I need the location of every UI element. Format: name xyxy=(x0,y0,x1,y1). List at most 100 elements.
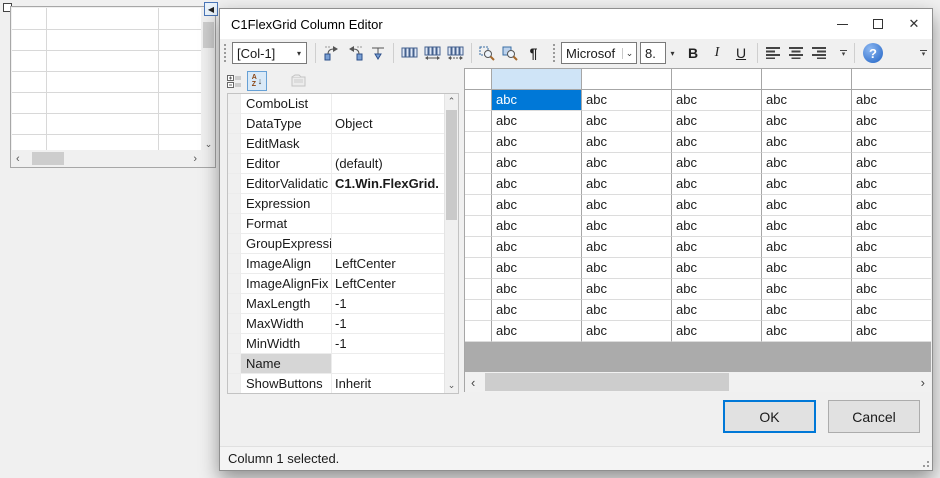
preview-cell[interactable]: abc xyxy=(672,174,762,195)
preview-cell[interactable]: abc xyxy=(852,237,931,258)
property-name[interactable]: ImageAlignFix xyxy=(241,274,332,293)
property-row-editmask[interactable]: EditMask xyxy=(228,134,458,154)
preview-column-header[interactable] xyxy=(762,69,852,90)
property-value[interactable]: -1 xyxy=(332,334,458,353)
property-name[interactable]: MaxLength xyxy=(241,294,332,313)
preview-cell[interactable]: abc xyxy=(582,132,672,153)
preview-cell[interactable]: abc xyxy=(672,195,762,216)
italic-button[interactable]: I xyxy=(705,42,729,64)
property-row-groupexpressi[interactable]: GroupExpressi xyxy=(228,234,458,254)
preview-cell[interactable]: abc xyxy=(762,174,852,195)
property-name[interactable]: MinWidth xyxy=(241,334,332,353)
property-row-format[interactable]: Format xyxy=(228,214,458,234)
preview-cell[interactable]: abc xyxy=(852,195,931,216)
preview-row-header[interactable] xyxy=(465,279,492,300)
property-value[interactable]: (default) xyxy=(332,154,458,173)
preview-cell[interactable]: abc xyxy=(492,174,582,195)
preview-row-header[interactable] xyxy=(465,216,492,237)
preview-row-header[interactable] xyxy=(465,258,492,279)
split-column-button[interactable] xyxy=(366,42,389,64)
preview-cell[interactable]: abc xyxy=(762,111,852,132)
bold-button[interactable]: B xyxy=(681,42,705,64)
property-row-name[interactable]: Name xyxy=(228,354,458,374)
preview-cell[interactable]: abc xyxy=(582,258,672,279)
font-combo[interactable]: Microsof ⌄ xyxy=(561,42,637,64)
preview-cell[interactable]: abc xyxy=(672,132,762,153)
property-row-combolist[interactable]: ComboList xyxy=(228,94,458,114)
move-column-right-button[interactable] xyxy=(343,42,366,64)
preview-cell[interactable]: abc xyxy=(492,300,582,321)
preview-cell[interactable]: abc xyxy=(492,279,582,300)
preview-row-header[interactable] xyxy=(465,321,492,342)
scroll-right-icon[interactable]: › xyxy=(193,153,197,165)
preview-horizontal-scrollbar[interactable]: ‹ › xyxy=(465,372,931,392)
preview-cell[interactable]: abc xyxy=(852,111,931,132)
property-value[interactable] xyxy=(332,354,458,373)
preview-cell[interactable]: abc xyxy=(852,216,931,237)
property-name[interactable]: DataType xyxy=(241,114,332,133)
property-grid[interactable]: ComboListDataTypeObjectEditMaskEditor(de… xyxy=(227,93,459,394)
preview-cell[interactable]: abc xyxy=(582,174,672,195)
property-value[interactable]: C1.Win.FlexGrid. xyxy=(332,174,458,193)
align-center-button[interactable] xyxy=(785,42,808,64)
toolbar-overflow-button[interactable]: ▾ xyxy=(917,42,930,64)
preview-cell[interactable]: abc xyxy=(852,153,931,174)
preview-cell[interactable]: abc xyxy=(582,216,672,237)
zoom-selection-button[interactable] xyxy=(476,42,499,64)
preview-cell[interactable]: abc xyxy=(672,300,762,321)
property-name[interactable]: EditorValidatic xyxy=(241,174,332,193)
underline-button[interactable]: U xyxy=(729,42,753,64)
preview-cell[interactable]: abc xyxy=(852,279,931,300)
preview-row-header[interactable] xyxy=(465,195,492,216)
scroll-down-icon[interactable]: ⌄ xyxy=(205,139,213,150)
preview-cell[interactable]: abc xyxy=(672,90,762,111)
property-name[interactable]: ShowButtons xyxy=(241,374,332,393)
cancel-button[interactable]: Cancel xyxy=(828,400,920,433)
property-name[interactable]: ComboList xyxy=(241,94,332,113)
preview-cell[interactable]: abc xyxy=(672,216,762,237)
preview-row-header[interactable] xyxy=(465,300,492,321)
property-row-imagealignfix[interactable]: ImageAlignFixLeftCenter xyxy=(228,274,458,294)
align-left-button[interactable] xyxy=(762,42,785,64)
preview-cell[interactable]: abc xyxy=(672,321,762,342)
property-value[interactable] xyxy=(332,234,458,253)
preview-cell[interactable]: abc xyxy=(582,111,672,132)
chevron-down-icon[interactable]: ▾ xyxy=(292,49,306,58)
toolbar-overflow-button[interactable]: ▾ xyxy=(837,42,850,64)
preview-cell[interactable]: abc xyxy=(762,132,852,153)
preview-cell[interactable]: abc xyxy=(762,195,852,216)
preview-cell[interactable]: abc xyxy=(762,279,852,300)
preview-cell[interactable]: abc xyxy=(492,258,582,279)
preview-cell[interactable]: abc xyxy=(762,258,852,279)
align-right-button[interactable] xyxy=(808,42,831,64)
smart-tag-icon[interactable]: ◀ xyxy=(204,2,218,16)
categorized-view-button[interactable] xyxy=(224,71,244,91)
zoom-cell-button[interactable] xyxy=(499,42,522,64)
merge-range-button[interactable] xyxy=(444,42,467,64)
preview-row-header[interactable] xyxy=(465,90,492,111)
preview-cell[interactable]: abc xyxy=(762,321,852,342)
property-value[interactable]: -1 xyxy=(332,294,458,313)
preview-cell[interactable]: abc xyxy=(762,216,852,237)
scroll-left-icon[interactable]: ‹ xyxy=(16,153,20,165)
property-row-datatype[interactable]: DataTypeObject xyxy=(228,114,458,134)
alphabetical-sort-button[interactable]: A Z ↓ xyxy=(247,71,267,91)
preview-cell[interactable]: abc xyxy=(492,111,582,132)
preview-corner-cell[interactable] xyxy=(465,69,492,90)
preview-cell[interactable]: abc xyxy=(852,321,931,342)
property-pages-button[interactable] xyxy=(289,71,309,91)
preview-cell[interactable]: abc xyxy=(852,132,931,153)
preview-row-header[interactable] xyxy=(465,237,492,258)
property-row-maxlength[interactable]: MaxLength-1 xyxy=(228,294,458,314)
preview-cell[interactable]: abc xyxy=(672,111,762,132)
chevron-down-icon[interactable]: ▾ xyxy=(666,49,679,58)
preview-cell[interactable]: abc xyxy=(582,279,672,300)
property-name[interactable]: MaxWidth xyxy=(241,314,332,333)
preview-cell[interactable]: abc xyxy=(492,195,582,216)
column-selector-combo[interactable]: [Col-1] ▾ xyxy=(232,42,307,64)
property-value[interactable]: LeftCenter xyxy=(332,274,458,293)
preview-cell[interactable]: abc xyxy=(582,237,672,258)
property-name[interactable]: EditMask xyxy=(241,134,332,153)
move-column-left-button[interactable] xyxy=(320,42,343,64)
merge-columns-button[interactable] xyxy=(421,42,444,64)
